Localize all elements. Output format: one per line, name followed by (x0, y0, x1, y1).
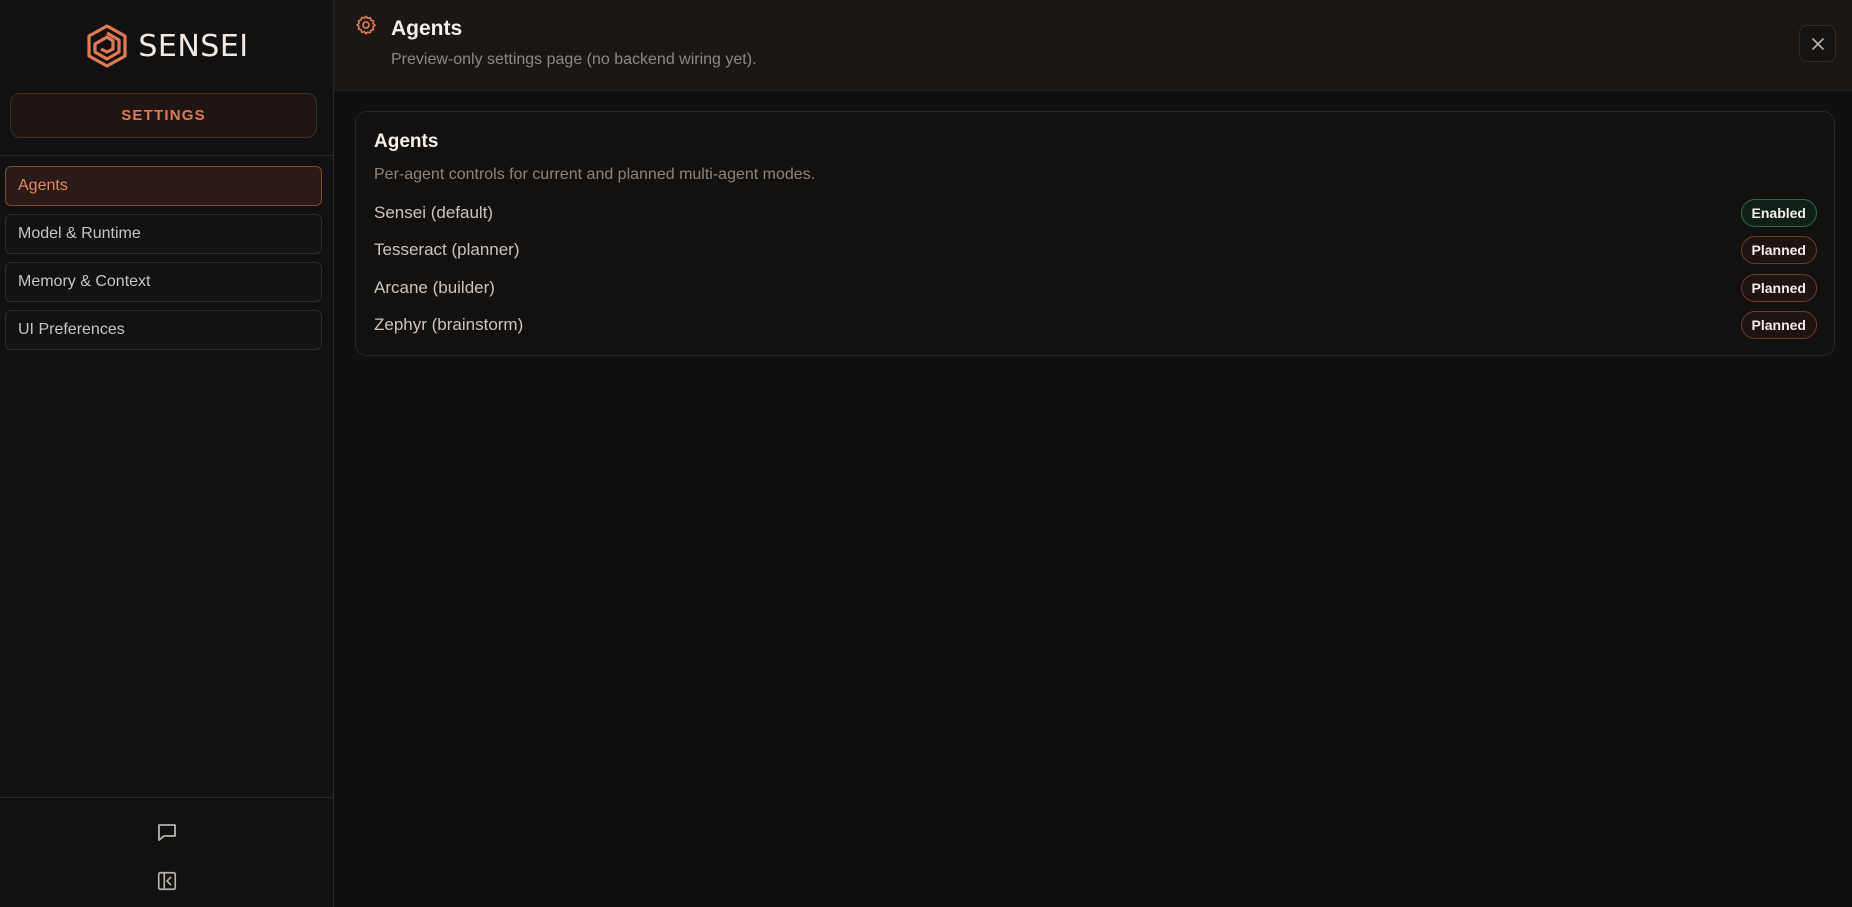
gear-icon (356, 15, 376, 35)
sidebar-item-model-runtime[interactable]: Model & Runtime (5, 214, 322, 254)
sidebar-item-agents[interactable]: Agents (5, 166, 322, 206)
agent-name: Zephyr (brainstorm) (374, 315, 524, 335)
status-badge: Planned (1740, 311, 1817, 340)
sidebar: SENSEI SETTINGS Agents Model & Runtime M… (0, 0, 334, 907)
chat-button[interactable] (153, 818, 181, 846)
page-title: Agents (391, 17, 463, 40)
agent-list: Sensei (default) Enabled Tesseract (plan… (374, 194, 1817, 344)
brand-name: SENSEI (138, 28, 249, 64)
agents-card: Agents Per-agent controls for current an… (355, 111, 1835, 356)
main-panel: Agents Preview-only settings page (no ba… (334, 0, 1852, 907)
status-badge: Enabled (1740, 198, 1817, 227)
agent-name: Sensei (default) (374, 202, 494, 222)
agent-name: Tesseract (planner) (374, 240, 520, 260)
sidebar-item-ui-preferences[interactable]: UI Preferences (5, 310, 322, 350)
collapse-sidebar-icon (157, 871, 176, 891)
settings-nav: Agents Model & Runtime Memory & Context … (0, 156, 333, 350)
close-button[interactable] (1799, 25, 1836, 62)
card-description: Per-agent controls for current and plann… (374, 166, 816, 183)
agent-row: Sensei (default) Enabled (374, 194, 1817, 232)
app: SENSEI SETTINGS Agents Model & Runtime M… (0, 0, 1852, 907)
settings-content: Agents Per-agent controls for current an… (334, 91, 1852, 356)
status-badge: Planned (1740, 236, 1817, 265)
page-header: Agents Preview-only settings page (no ba… (334, 0, 1852, 91)
agent-row: Tesseract (planner) Planned (374, 232, 1817, 270)
close-icon (1811, 37, 1824, 50)
brand-logo[interactable]: SENSEI (0, 0, 333, 90)
page-subtitle: Preview-only settings page (no backend w… (391, 51, 757, 68)
sidebar-footer (0, 797, 333, 907)
status-badge: Planned (1740, 273, 1817, 302)
agent-row: Zephyr (brainstorm) Planned (374, 307, 1817, 345)
sidebar-item-memory-context[interactable]: Memory & Context (5, 262, 322, 302)
card-title: Agents (374, 131, 439, 152)
sensei-logo-icon (87, 24, 127, 68)
settings-button[interactable]: SETTINGS (10, 93, 317, 138)
agent-name: Arcane (builder) (374, 277, 495, 297)
chat-icon (157, 824, 176, 841)
agent-row: Arcane (builder) Planned (374, 269, 1817, 307)
collapse-sidebar-button[interactable] (153, 867, 181, 895)
